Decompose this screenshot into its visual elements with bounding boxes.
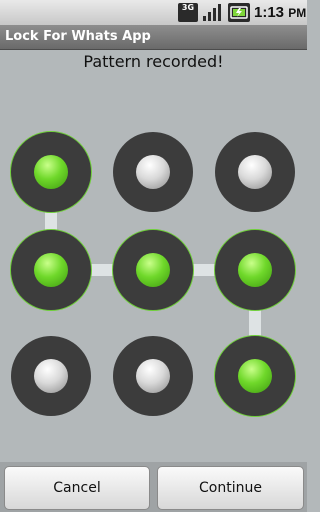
button-bar: Cancel Continue — [0, 462, 307, 512]
pattern-dot — [34, 359, 68, 393]
pattern-node-1[interactable] — [9, 130, 92, 213]
cancel-button[interactable]: Cancel — [4, 466, 150, 510]
pattern-node-4[interactable] — [9, 228, 92, 311]
battery-charging-icon — [228, 3, 250, 22]
pattern-dot — [136, 155, 170, 189]
app-title-bar: Lock For Whats App — [0, 25, 307, 50]
pattern-dot — [136, 359, 170, 393]
pattern-node-3[interactable] — [215, 132, 295, 212]
pattern-lock-grid[interactable] — [0, 118, 307, 438]
network-type-label: 3G — [181, 3, 195, 12]
pattern-node-8[interactable] — [113, 336, 193, 416]
pattern-dot — [238, 155, 272, 189]
clock-ampm: PM — [288, 6, 307, 20]
pattern-dot — [237, 252, 272, 287]
pattern-node-2[interactable] — [113, 132, 193, 212]
signal-icon — [203, 4, 221, 21]
status-bar: 3G 1:13 PM — [0, 0, 307, 25]
pattern-dot — [33, 154, 68, 189]
network-3g-icon: 3G — [178, 3, 198, 22]
pattern-status-message: Pattern recorded! — [83, 52, 224, 71]
pattern-node-6[interactable] — [213, 228, 296, 311]
pattern-dot — [237, 358, 272, 393]
pattern-node-7[interactable] — [11, 336, 91, 416]
pattern-dot — [135, 252, 170, 287]
pattern-node-9[interactable] — [213, 334, 296, 417]
app-title: Lock For Whats App — [5, 29, 151, 44]
continue-button[interactable]: Continue — [157, 466, 304, 510]
pattern-dot — [33, 252, 68, 287]
clock-time: 1:13 — [254, 4, 285, 21]
pattern-node-5[interactable] — [111, 228, 194, 311]
